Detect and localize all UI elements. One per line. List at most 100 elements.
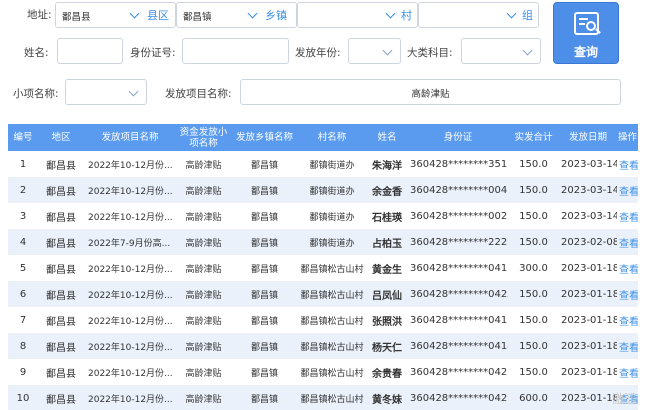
township-cell: 鄱昌镇 [231,385,298,410]
village-select[interactable]: 村 [297,2,418,28]
township-select-suffix: 乡镇 [265,9,287,22]
watermark: 激活 [612,392,637,406]
name-label: 姓名: [24,47,49,59]
village-cell: 鄱昌镇松古山村 [298,359,366,385]
amount-cell: 150.0 [508,281,559,307]
id-number-cell: 360428********042X [408,281,508,307]
search-document-icon [574,12,601,35]
township-select[interactable]: 鄱昌镇 乡镇 [176,2,297,28]
header-cell: 村名称 [298,124,366,151]
village-cell: 鄱昌镇松古山村 [298,255,366,281]
subitem-cell: 高龄津贴 [176,281,231,307]
subitem-cell: 高龄津贴 [176,151,231,177]
date-cell: 2023-03-14 [559,177,617,203]
township-cell: 鄱昌镇 [231,203,298,229]
region-cell: 鄱昌县 [38,281,84,307]
county-select-value: 鄱昌县 [62,12,91,23]
action-cell: 查看 [617,151,638,177]
table-row: 7 鄱昌县 2022年10-12月份... 高龄津贴 鄱昌镇 鄱昌镇松古山村 张照洪 3604… [8,307,638,333]
region-cell: 鄱昌县 [38,359,84,385]
person-name-cell: 黄冬妹 [366,385,408,410]
year-select[interactable] [348,38,401,64]
person-name-cell: 朱海洋 [366,151,408,177]
id-number-cell: 360428********0414 [408,333,508,359]
view-link[interactable]: 查看 [619,213,638,224]
category-select[interactable] [461,38,541,64]
subitem-cell: 高龄津贴 [176,203,231,229]
person-name-cell: 黄金生 [366,255,408,281]
table-row: 5 鄱昌县 2022年10-12月份... 高龄津贴 鄱昌镇 鄱昌镇松古山村 黄金生 3604… [8,255,638,281]
county-select-suffix: 县区 [147,9,169,22]
query-button[interactable]: 查询 [553,2,619,64]
project-name-input-value: 高龄津贴 [411,89,450,100]
amount-cell: 150.0 [508,333,559,359]
header-cell: 地区 [38,124,84,151]
project-name-input[interactable]: 高龄津贴 [240,79,621,105]
project-name-cell: 2022年10-12月份... [84,385,176,410]
date-cell: 2023-03-14 [559,151,617,177]
project-name-cell: 2022年7-9月份高... [84,229,176,255]
person-name-cell: 张照洪 [366,307,408,333]
group-select[interactable]: 组 [418,2,539,28]
name-input[interactable] [57,38,123,64]
amount-cell: 300.0 [508,255,559,281]
amount-cell: 150.0 [508,359,559,385]
project-name-cell: 2022年10-12月份... [84,333,176,359]
view-link[interactable]: 查看 [619,369,638,380]
view-link[interactable]: 查看 [619,291,638,302]
date-cell: 2023-02-08 [559,229,617,255]
subitem-cell: 高龄津贴 [176,177,231,203]
chevron-down-icon [247,8,258,19]
amount-cell: 150.0 [508,203,559,229]
id-number-cell: 360428********2226 [408,229,508,255]
date-cell: 2023-01-18 [559,307,617,333]
region-cell: 鄱昌县 [38,333,84,359]
view-link[interactable]: 查看 [619,161,638,172]
township-cell: 鄱昌镇 [231,281,298,307]
county-select[interactable]: 鄱昌县 县区 [55,2,176,28]
project-name-cell: 2022年10-12月份... [84,177,176,203]
village-cell: 鄱昌镇松古山村 [298,307,366,333]
township-cell: 鄱昌镇 [231,177,298,203]
action-cell: 查看 [617,333,638,359]
results-table: 编号 地区 发放项目名称 资金发放小项名称 发放乡镇名称 村名称 姓名 身份证 … [8,124,638,410]
id-number-input[interactable] [182,38,289,64]
chevron-down-icon [382,45,393,56]
view-link[interactable]: 查看 [619,239,638,250]
row-number-cell: 8 [8,333,38,359]
amount-cell: 600.0 [508,385,559,410]
action-cell: 查看 [617,177,638,203]
row-number-cell: 3 [8,203,38,229]
date-cell: 2023-03-14 [559,203,617,229]
action-cell: 查看 [617,203,638,229]
person-name-cell: 余金香 [366,177,408,203]
id-number-cell: 360428********0415 [408,255,508,281]
view-link[interactable]: 查看 [619,265,638,276]
village-cell: 鄱昌镇松古山村 [298,333,366,359]
header-cell: 实发合计 [508,124,559,151]
amount-cell: 150.0 [508,151,559,177]
view-link[interactable]: 查看 [619,343,638,354]
region-cell: 鄱昌县 [38,307,84,333]
village-cell: 鄱镇街道办 [298,203,366,229]
village-cell: 鄱昌镇松古山村 [298,281,366,307]
subitem-select[interactable] [65,79,147,105]
view-link[interactable]: 查看 [619,317,638,328]
village-cell: 鄱镇街道办 [298,229,366,255]
row-number-cell: 1 [8,151,38,177]
village-cell: 鄱昌镇松古山村 [298,385,366,410]
table-row: 3 鄱昌县 2022年10-12月份... 高龄津贴 鄱昌镇 鄱镇街道办 石桂瑛 360428… [8,203,638,229]
village-cell: 鄱镇街道办 [298,151,366,177]
table-row: 10 鄱昌县 2022年10-12月份... 高龄津贴 鄱昌镇 鄱昌镇松古山村 黄冬妹 360… [8,385,638,410]
header-cell: 发放日期 [559,124,617,151]
action-cell: 查看 [617,255,638,281]
amount-cell: 150.0 [508,229,559,255]
view-link[interactable]: 查看 [619,187,638,198]
person-name-cell: 吕凤仙 [366,281,408,307]
region-cell: 鄱昌县 [38,385,84,410]
village-select-suffix: 村 [401,9,412,22]
date-cell: 2023-01-18 [559,333,617,359]
id-number-cell: 360428********0023 [408,203,508,229]
table-row: 9 鄱昌县 2022年10-12月份... 高龄津贴 鄱昌镇 鄱昌镇松古山村 余贵春 3604… [8,359,638,385]
township-cell: 鄱昌镇 [231,229,298,255]
